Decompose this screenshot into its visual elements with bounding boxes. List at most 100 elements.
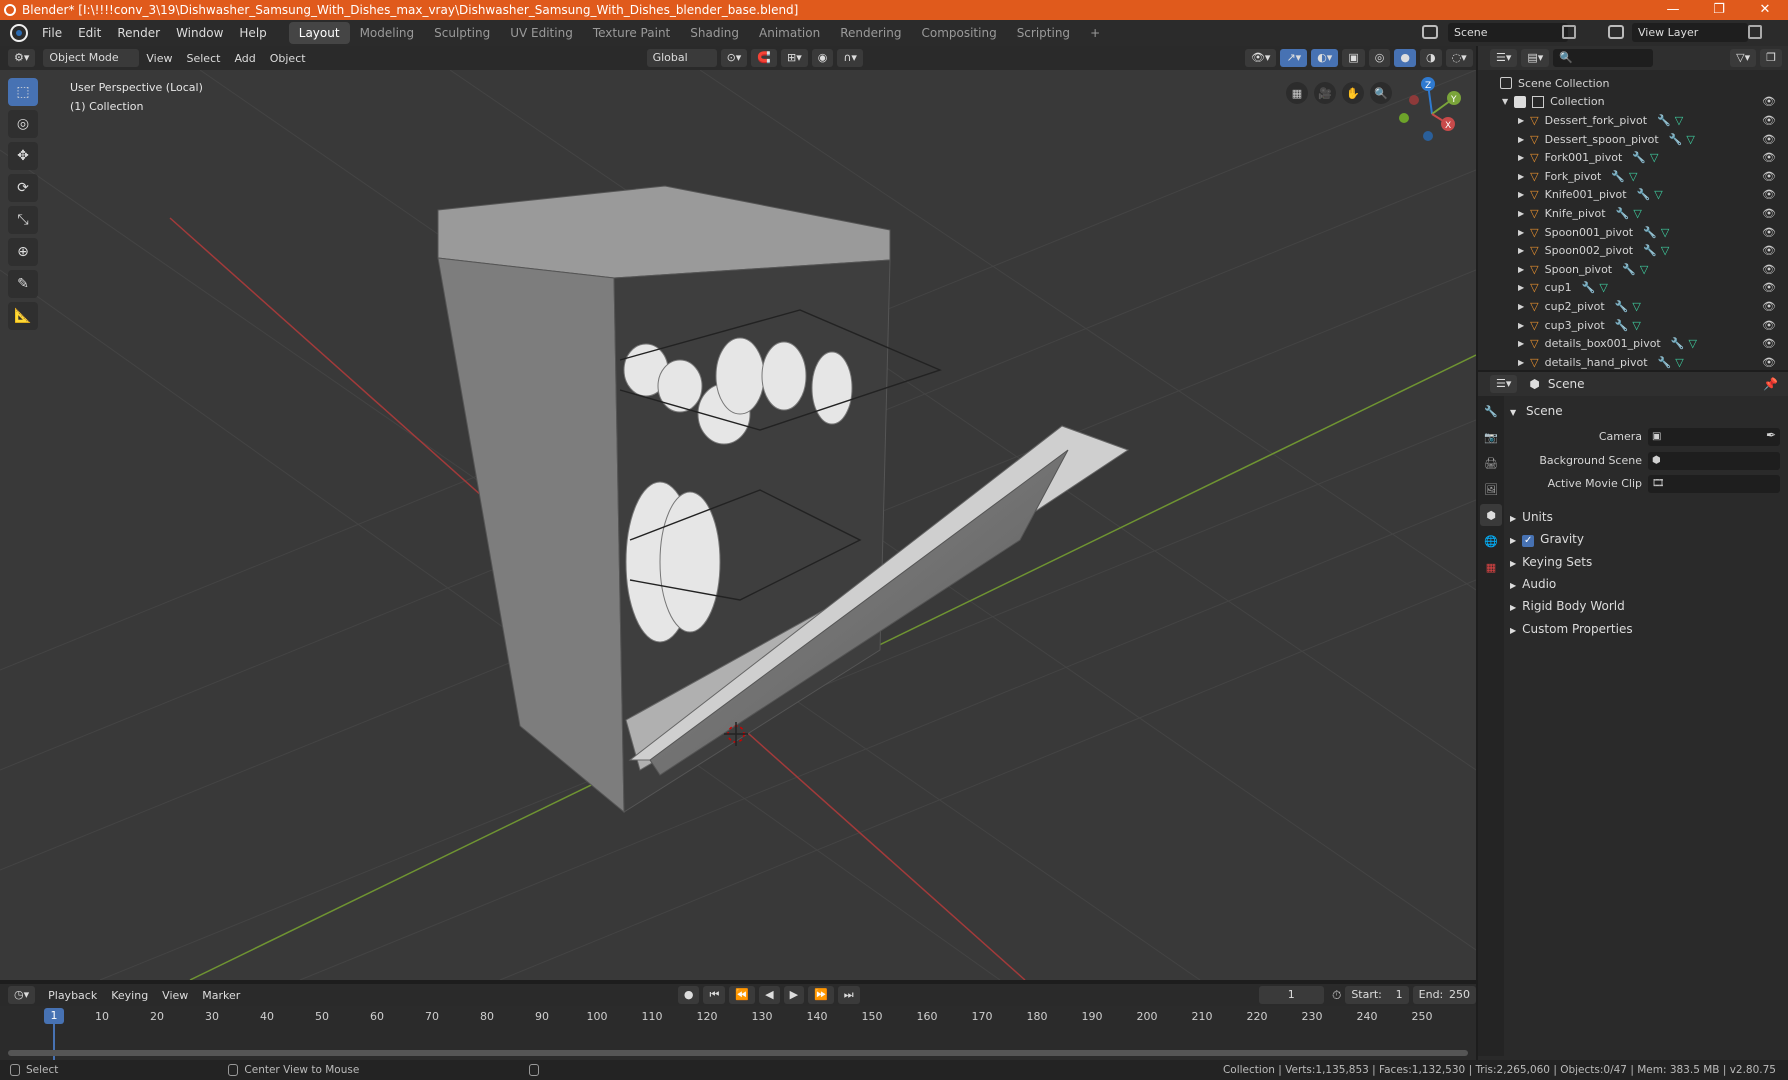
scene-collection-row[interactable]: Scene Collection (1478, 74, 1788, 93)
toggle-camera-grid-icon[interactable]: ▦ (1286, 82, 1308, 104)
visibility-eye-icon[interactable]: 👁 (1762, 263, 1776, 276)
current-frame-indicator[interactable]: 1 (44, 1008, 64, 1024)
mesh-data-icon[interactable]: ▽ (1675, 356, 1683, 369)
expand-arrow-icon[interactable]: ▶ (1518, 358, 1524, 367)
expand-arrow-icon[interactable]: ▶ (1518, 246, 1524, 255)
scene-tab-icon[interactable]: ⬢ (1480, 504, 1502, 526)
outliner-object-row[interactable]: ▶ ▽ Fork_pivot 🔧 ▽ 👁 (1478, 167, 1788, 186)
mesh-data-icon[interactable]: ▽ (1675, 114, 1683, 127)
outliner-editor-type-icon[interactable]: ☰▾ (1490, 49, 1518, 67)
view-layer-tab-icon[interactable]: 🖼 (1480, 478, 1502, 500)
timeline-scrollbar[interactable] (8, 1050, 1468, 1056)
mesh-data-icon[interactable]: ▽ (1633, 207, 1641, 220)
camera-field[interactable]: ▣ ✒ (1648, 428, 1780, 446)
outliner-object-row[interactable]: ▶ ▽ Dessert_spoon_pivot 🔧 ▽ 👁 (1478, 130, 1788, 149)
expand-arrow-icon[interactable]: ▶ (1518, 153, 1524, 162)
keying-menu[interactable]: Keying (104, 989, 155, 1002)
expand-arrow-icon[interactable]: ▶ (1518, 283, 1524, 292)
modifier-icon[interactable]: 🔧 (1611, 170, 1625, 183)
solid-shading-icon[interactable]: ● (1394, 49, 1416, 67)
expand-arrow-icon[interactable]: ▶ (1518, 265, 1524, 274)
add-workspace-button[interactable]: + (1080, 22, 1110, 44)
expand-arrow-icon[interactable]: ▶ (1518, 209, 1524, 218)
visibility-eye-icon[interactable]: 👁 (1762, 95, 1776, 108)
menu-view[interactable]: View (139, 52, 179, 65)
outliner-object-row[interactable]: ▶ ▽ details_box001_pivot 🔧 ▽ 👁 (1478, 334, 1788, 353)
tab-animation[interactable]: Animation (749, 22, 830, 44)
minimize-button[interactable]: — (1650, 0, 1696, 20)
outliner-object-row[interactable]: ▶ ▽ cup1 🔧 ▽ 👁 (1478, 279, 1788, 298)
mesh-data-icon[interactable]: ▽ (1632, 300, 1640, 313)
material-shading-icon[interactable]: ◑ (1419, 49, 1442, 67)
tab-shading[interactable]: Shading (680, 22, 749, 44)
preview-range-icon[interactable]: ⏱ (1332, 988, 1341, 1003)
falloff-icon[interactable]: ∩▾ (837, 49, 863, 67)
menu-add[interactable]: Add (227, 52, 262, 65)
tab-rendering[interactable]: Rendering (830, 22, 911, 44)
filter-icon[interactable]: ▽▾ (1730, 49, 1757, 67)
outliner-object-row[interactable]: ▶ ▽ Knife_pivot 🔧 ▽ 👁 (1478, 204, 1788, 223)
tab-compositing[interactable]: Compositing (911, 22, 1006, 44)
modifier-icon[interactable]: 🔧 (1643, 244, 1657, 257)
properties-section[interactable]: ▶ Units (1510, 506, 1553, 528)
tab-uv-editing[interactable]: UV Editing (500, 22, 583, 44)
measure-tool-icon[interactable]: 📐 (8, 302, 38, 330)
modifier-icon[interactable]: 🔧 (1616, 207, 1630, 220)
visibility-eye-icon[interactable]: 👁 (1762, 281, 1776, 294)
pivot-point-icon[interactable]: ⊙▾ (720, 49, 748, 67)
new-collection-icon[interactable]: ❐ (1760, 49, 1782, 67)
mesh-data-icon[interactable]: ▽ (1632, 319, 1640, 332)
expand-arrow-icon[interactable]: ▶ (1518, 190, 1524, 199)
new-scene-icon[interactable] (1562, 25, 1576, 39)
visibility-eye-icon[interactable]: 👁 (1762, 244, 1776, 257)
menu-file[interactable]: File (34, 26, 70, 40)
end-frame-field[interactable]: End: 250 (1412, 986, 1476, 1004)
expand-arrow-icon[interactable]: ▶ (1518, 135, 1524, 144)
mesh-data-icon[interactable]: ▽ (1654, 188, 1662, 201)
pan-view-icon[interactable]: ✋ (1342, 82, 1364, 104)
maximize-button[interactable]: ❐ (1696, 0, 1742, 20)
menu-render[interactable]: Render (109, 26, 168, 40)
modifier-icon[interactable]: 🔧 (1669, 133, 1683, 146)
mesh-data-icon[interactable]: ▽ (1599, 281, 1607, 294)
expand-arrow-icon[interactable]: ▶ (1518, 339, 1524, 348)
tab-scripting[interactable]: Scripting (1007, 22, 1080, 44)
mesh-data-icon[interactable]: ▽ (1688, 337, 1696, 350)
jump-start-icon[interactable]: ⏮ (703, 986, 726, 1004)
properties-section[interactable]: ▶ Audio (1510, 573, 1556, 595)
blender-menu-icon[interactable] (10, 24, 28, 42)
properties-section[interactable]: ▶ Keying Sets (1510, 551, 1592, 573)
zoom-view-icon[interactable]: 🔍 (1370, 82, 1392, 104)
expand-arrow-icon[interactable]: ▶ (1518, 228, 1524, 237)
editor-type-icon[interactable]: ⚙▾ (8, 49, 36, 67)
rotate-tool-icon[interactable]: ⟳ (8, 174, 38, 202)
modifier-icon[interactable]: 🔧 (1615, 319, 1629, 332)
timeline-view-menu[interactable]: View (155, 989, 195, 1002)
timeline[interactable]: 1 10 20 30 40 50 60 70 80 90 100 110 120 130 140 150 16… (0, 1006, 1476, 1060)
mesh-data-icon[interactable]: ▽ (1661, 226, 1669, 239)
visibility-eye-icon[interactable]: 👁 (1762, 188, 1776, 201)
render-tab-icon[interactable]: 📷 (1480, 426, 1502, 448)
tab-sculpting[interactable]: Sculpting (424, 22, 500, 44)
expand-arrow-icon[interactable]: ▶ (1518, 302, 1524, 311)
outliner-object-row[interactable]: ▶ ▽ Spoon_pivot 🔧 ▽ 👁 (1478, 260, 1788, 279)
visibility-eye-icon[interactable]: 👁 (1762, 114, 1776, 127)
pin-icon[interactable]: 📌 (1763, 377, 1778, 391)
play-icon[interactable]: ▶ (783, 986, 805, 1004)
visibility-icon[interactable]: 👁▾ (1244, 49, 1277, 67)
scale-tool-icon[interactable]: ⤡ (8, 206, 38, 234)
play-reverse-icon[interactable]: ◀ (759, 986, 780, 1004)
mesh-data-icon[interactable]: ▽ (1686, 133, 1694, 146)
visibility-eye-icon[interactable]: 👁 (1762, 300, 1776, 313)
visibility-eye-icon[interactable]: 👁 (1762, 133, 1776, 146)
snap-icon[interactable]: 🧲 (751, 49, 778, 67)
move-tool-icon[interactable]: ✥ (8, 142, 38, 170)
properties-section[interactable]: ▶ Custom Properties (1510, 618, 1633, 640)
visibility-eye-icon[interactable]: 👁 (1762, 337, 1776, 350)
scene-icon[interactable] (1422, 25, 1438, 39)
playback-menu[interactable]: Playback (41, 989, 104, 1002)
scene-panel-header[interactable]: ▼ Scene (1510, 400, 1563, 422)
modifier-icon[interactable]: 🔧 (1622, 263, 1636, 276)
proportional-edit-icon[interactable]: ◉ (811, 49, 834, 67)
scene-selector[interactable]: Scene (1448, 23, 1568, 42)
